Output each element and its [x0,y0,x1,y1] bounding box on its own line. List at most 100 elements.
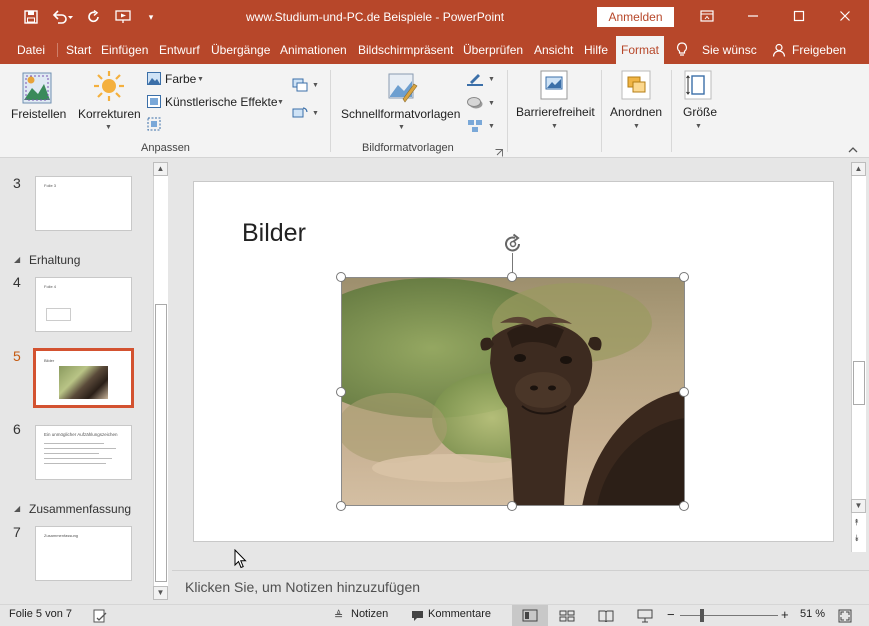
arrange-icon[interactable] [621,70,651,100]
camel-picture[interactable] [341,277,685,506]
notes-placeholder[interactable]: Klicken Sie, um Notizen hinzuzufügen [185,579,420,595]
comments-button[interactable]: Kommentare [428,608,491,620]
presentation-icon[interactable] [113,6,135,28]
picture-layout-icon[interactable] [467,119,483,133]
artistic-effects-icon[interactable] [147,95,161,108]
change-picture-dropdown-icon[interactable]: ▼ [312,110,319,117]
scroll-up-icon[interactable]: ▲ [153,162,168,176]
maximize-icon[interactable] [786,6,812,28]
tell-me-search[interactable]: Sie wünsc [702,36,757,64]
remove-background-button[interactable]: Freistellen [11,107,66,121]
arrange-button[interactable]: Anordnen [610,105,662,119]
transparency-icon[interactable] [147,117,161,131]
section-header[interactable]: Zusammenfassung [29,502,131,516]
tab-format[interactable]: Format [616,36,665,64]
resize-handle[interactable] [679,501,689,511]
zoom-level[interactable]: 51 % [800,608,825,620]
fit-to-window-icon[interactable] [838,609,852,623]
minimize-icon[interactable] [740,6,766,28]
corrections-button[interactable]: Korrekturen [78,107,141,121]
comments-icon[interactable] [411,610,424,622]
alt-text-icon[interactable] [540,70,568,100]
quick-styles-button[interactable]: Schnellformatvorlagen [341,107,460,121]
tab-transitions[interactable]: Übergänge [211,36,270,64]
tab-review[interactable]: Überprüfen [463,36,523,64]
section-header[interactable]: Erhaltung [29,253,80,267]
tab-start[interactable]: Start [66,36,91,64]
quick-styles-icon[interactable] [387,72,419,104]
resize-handle[interactable] [679,272,689,282]
dialog-launcher-icon[interactable] [495,146,503,157]
picture-border-icon[interactable] [467,72,483,86]
sign-in-button[interactable]: Anmelden [597,7,674,27]
collapse-ribbon-icon[interactable] [847,144,859,154]
previous-slide-icon[interactable]: ⯭ [854,518,859,527]
save-icon[interactable] [20,6,42,28]
slide-sorter-icon[interactable] [559,610,575,622]
compress-pictures-icon[interactable] [292,78,308,92]
thumbnail-scrollbar[interactable]: ▲ ▼ [153,162,168,600]
scroll-down-icon[interactable]: ▼ [153,586,168,600]
customize-qat-icon[interactable]: ▾ [144,6,158,28]
size-icon[interactable] [684,70,712,100]
slideshow-view-icon[interactable] [637,609,653,623]
artistic-effects-dropdown-icon[interactable]: ▼ [277,99,284,106]
lightbulb-icon[interactable] [676,36,688,64]
share-icon[interactable] [772,36,786,64]
zoom-slider-thumb[interactable] [700,609,705,622]
notes-pane[interactable]: Klicken Sie, um Notizen hinzuzufügen [172,570,869,604]
picture-effects-icon[interactable] [467,96,483,110]
share-button[interactable]: Freigeben [792,36,846,64]
tab-view[interactable]: Ansicht [534,36,573,64]
slide-thumbnail[interactable]: Ein unmöglicher Aufzählungszeichen [35,425,132,480]
tab-design[interactable]: Entwurf [159,36,200,64]
slide-thumbnail-active[interactable]: Bilder [33,348,134,408]
compress-dropdown-icon[interactable]: ▼ [312,82,319,89]
reading-view-icon[interactable] [598,610,614,623]
scroll-down-icon[interactable]: ▼ [851,499,866,513]
section-collapse-icon[interactable]: ◢ [14,504,20,513]
size-dropdown-icon[interactable]: ▼ [695,123,702,130]
corrections-icon[interactable] [93,70,125,102]
quick-styles-dropdown-icon[interactable]: ▼ [398,124,405,131]
zoom-in-button[interactable]: + [781,607,789,622]
tab-slideshow[interactable]: Bildschirmpräsent [358,36,453,64]
resize-handle[interactable] [336,501,346,511]
editor-scrollbar[interactable]: ▲ ▼ ⯭ ⯯ [851,162,866,552]
corrections-dropdown-icon[interactable]: ▼ [105,124,112,131]
undo-icon[interactable] [50,6,76,28]
color-dropdown-icon[interactable]: ▼ [197,76,204,83]
tab-insert[interactable]: Einfügen [101,36,148,64]
resize-handle[interactable] [336,387,346,397]
slide-title[interactable]: Bilder [242,219,306,248]
picture-effects-dropdown-icon[interactable]: ▼ [488,100,495,107]
notes-button[interactable]: Notizen [351,608,388,620]
notes-toggle-icon[interactable]: ≜ [334,609,346,623]
ribbon-display-options-icon[interactable] [694,6,720,28]
zoom-slider-track[interactable] [680,615,778,616]
scrollbar-thumb[interactable] [853,361,865,405]
scrollbar-thumb[interactable] [155,304,167,582]
tab-file[interactable]: Datei [17,36,45,64]
remove-background-icon[interactable] [22,72,52,104]
spelling-check-icon[interactable] [93,609,107,623]
accessibility-button[interactable]: Barrierefreiheit [516,105,595,119]
change-picture-icon[interactable] [292,106,308,120]
artistic-effects-button[interactable]: Künstlerische Effekte [165,95,278,109]
scroll-up-icon[interactable]: ▲ [851,162,866,176]
color-button[interactable]: Farbe [165,72,196,86]
next-slide-icon[interactable]: ⯯ [854,534,859,543]
section-collapse-icon[interactable]: ◢ [14,255,20,264]
close-icon[interactable] [832,6,858,28]
normal-view-button[interactable] [512,605,548,626]
resize-handle[interactable] [507,272,517,282]
slide-thumbnail[interactable]: Zusammenfassung [35,526,132,581]
resize-handle[interactable] [679,387,689,397]
tab-animations[interactable]: Animationen [280,36,347,64]
size-button[interactable]: Größe [683,105,717,119]
zoom-out-button[interactable]: − [667,607,675,622]
color-icon[interactable] [147,72,161,85]
resize-handle[interactable] [507,501,517,511]
slide-thumbnail[interactable]: Folie 4 [35,277,132,332]
tab-help[interactable]: Hilfe [584,36,608,64]
